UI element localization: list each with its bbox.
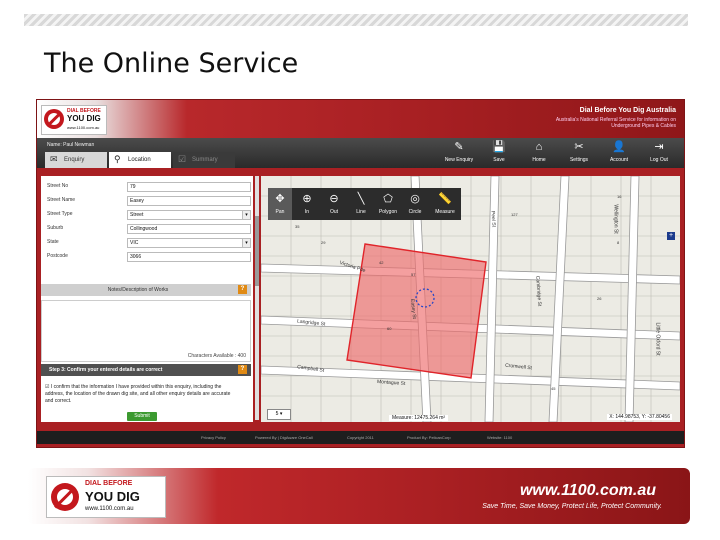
user-name: Name: Paul Newman (47, 142, 95, 148)
street-label: Wellington St (612, 204, 619, 234)
circle-tool[interactable]: ◎ Circle (403, 188, 427, 220)
postcode-input[interactable]: 3066 (127, 252, 251, 262)
main-toolbar: Name: Paul Newman ✉ Enquiry ⚲ Location ☑… (37, 138, 684, 168)
app-header: DIAL BEFORE YOU DIG www.1100.com.au Dial… (37, 100, 684, 138)
floppy-disk-icon: 💾 (492, 141, 506, 153)
coordinate-readout: X: 144.98753, Y: -37.80456 (607, 414, 672, 420)
help-icon[interactable]: ? (238, 285, 247, 294)
tools-icon: ✂ (574, 141, 584, 153)
suburb-input[interactable]: Collingwood (127, 224, 251, 234)
map-toolbar: ✥ Pan ⊕ In ⊖ Out ╲ Line ⬠ Polygon ◎ Circle 📏 Me… (268, 188, 461, 220)
bottom-banner: DIAL BEFORE YOU DIG www.1100.com.au www.… (28, 468, 690, 524)
app-footer: Privacy Policy Powered By | DigAware One… (37, 431, 684, 444)
state-row: State VIC ▾ (47, 238, 253, 248)
privacy-policy-link[interactable]: Privacy Policy (201, 435, 226, 440)
measure-readout: Measure: 12475.264 m² (389, 415, 449, 421)
characters-available: Characters Available : 400 (187, 353, 246, 359)
polygon-icon: ⬠ (383, 193, 393, 205)
product-by-text: Product By: PelicanCorp (407, 435, 451, 440)
ruler-icon: 📏 (438, 193, 452, 205)
suburb-row: Suburb Collingwood (47, 224, 253, 234)
form-scrollbar[interactable] (255, 176, 259, 420)
website-link[interactable]: Website: 1100 (487, 435, 512, 440)
street-name-input[interactable]: Easey (127, 196, 251, 206)
envelope-icon: ✉ (50, 154, 58, 164)
app-subtitle: Australia's National Referral Service fo… (555, 117, 676, 129)
log-out-button[interactable]: ⇥ Log Out (639, 141, 679, 163)
street-type-row: Street Type Street ▾ (47, 210, 253, 220)
street-no-input[interactable]: 79 (127, 182, 251, 192)
chevron-down-icon: ▾ (242, 239, 250, 247)
notes-textarea[interactable]: Characters Available : 400 (41, 300, 251, 362)
chevron-down-icon: ▾ (242, 211, 250, 219)
banner-tagline: Save Time, Save Money, Protect Life, Pro… (482, 503, 662, 510)
dbyd-banner-logo: DIAL BEFORE YOU DIG www.1100.com.au (46, 476, 166, 518)
user-icon: 👤 (612, 141, 626, 153)
dbyd-logo: DIAL BEFORE YOU DIG www.1100.com.au (41, 105, 107, 135)
save-button[interactable]: 💾 Save (479, 141, 519, 163)
submit-button[interactable]: Submit (127, 412, 157, 421)
scale-select[interactable]: 5 ▾ (267, 409, 291, 420)
zoom-out-tool[interactable]: ⊖ Out (322, 188, 346, 220)
checklist-icon: ☑ (178, 154, 187, 164)
confirm-checkbox-label[interactable]: ☑ I confirm that the information I have … (45, 384, 235, 405)
home-button[interactable]: ⌂ Home (519, 141, 559, 163)
postcode-row: Postcode 3066 (47, 252, 253, 262)
zoom-in-tool[interactable]: ⊕ In (295, 188, 319, 220)
copyright-text: Copyright 2011 (347, 435, 374, 440)
street-label: Little Oxford St (654, 322, 661, 356)
notes-header: Notes/Description of Works ? (41, 284, 251, 296)
zoom-out-icon: ⊖ (329, 193, 339, 205)
street-label: Peel St (489, 210, 497, 228)
home-icon: ⌂ (535, 141, 543, 153)
account-button[interactable]: 👤 Account (599, 141, 639, 163)
tab-enquiry[interactable]: ✉ Enquiry (45, 152, 107, 168)
map-view[interactable]: 35 29 42 57 60 127 16 8 26 45 Victoria P… (261, 176, 680, 422)
banner-url: www.1100.com.au (519, 482, 656, 499)
top-decorative-stripe (24, 14, 688, 26)
help-icon[interactable]: ? (238, 365, 247, 374)
enquiry-form: Street No 79 Street Name Easey Street Ty… (41, 176, 253, 422)
settings-button[interactable]: ✂ Settings (559, 141, 599, 163)
state-select[interactable]: VIC ▾ (127, 238, 251, 248)
polygon-tool[interactable]: ⬠ Polygon (376, 188, 400, 220)
street-type-select[interactable]: Street ▾ (127, 210, 251, 220)
street-name-row: Street Name Easey (47, 196, 253, 206)
pencil-icon: ✎ (454, 141, 464, 153)
app-title: Dial Before You Dig Australia (579, 107, 676, 114)
zoom-in-icon: ⊕ (302, 193, 312, 205)
tab-location[interactable]: ⚲ Location (109, 152, 171, 168)
new-enquiry-button[interactable]: ✎ New Enquiry (439, 141, 479, 163)
tab-summary[interactable]: ☑ Summary (173, 152, 235, 168)
circle-icon: ◎ (410, 193, 420, 205)
pan-tool[interactable]: ✥ Pan (268, 188, 292, 220)
slide-title: The Online Service (44, 48, 299, 79)
step3-header: Step 3: Confirm your entered details are… (41, 364, 251, 376)
app-window: DIAL BEFORE YOU DIG www.1100.com.au Dial… (37, 100, 684, 447)
line-icon: ╲ (357, 193, 365, 205)
logout-icon: ⇥ (654, 141, 664, 153)
powered-by-text: Powered By | DigAware OneCall (255, 435, 313, 440)
measure-tool[interactable]: 📏 Measure (430, 188, 460, 220)
line-tool[interactable]: ╲ Line (349, 188, 373, 220)
pan-icon: ✥ (275, 193, 285, 205)
street-no-row: Street No 79 (47, 182, 253, 192)
location-pin-icon: ⚲ (114, 154, 121, 164)
zoom-plus-button[interactable]: + (667, 232, 675, 240)
